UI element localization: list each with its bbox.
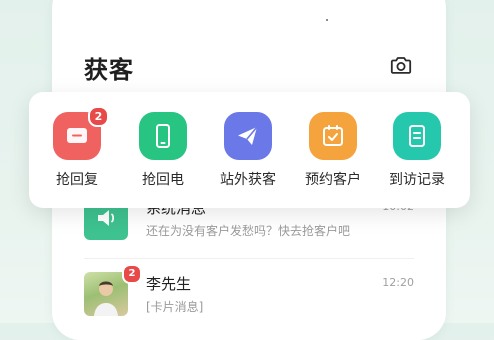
action-label: 到访记录 <box>389 172 445 188</box>
action-label: 抢回复 <box>56 172 98 188</box>
action-label: 预约客户 <box>305 172 361 188</box>
phone-icon <box>139 112 187 160</box>
message-time: 12:20 <box>382 276 414 289</box>
message-preview: [卡片消息] <box>146 300 204 314</box>
calendar-check-icon <box>309 112 357 160</box>
grab-call-button[interactable]: 抢回电 <box>123 112 203 189</box>
quick-actions-panel: 2 抢回复 抢回电 站外获客 预约客户 到访记录 <box>29 92 470 208</box>
unread-badge: 2 <box>122 264 142 284</box>
status-dot <box>326 19 328 21</box>
unread-badge: 2 <box>88 106 109 127</box>
message-icon: 2 <box>53 106 109 160</box>
message-preview: 还在为没有客户发愁吗？快去抢客户吧 <box>146 224 351 238</box>
user-avatar <box>84 272 128 316</box>
visit-records-button[interactable]: 到访记录 <box>377 112 457 189</box>
camera-icon[interactable] <box>389 53 413 77</box>
page-title: 获客 <box>84 56 134 84</box>
send-icon <box>224 112 272 160</box>
message-title: 李先生 <box>146 275 192 293</box>
document-icon <box>393 112 441 160</box>
grab-reply-button[interactable]: 2 抢回复 <box>37 106 117 189</box>
offsite-leads-button[interactable]: 站外获客 <box>208 112 288 189</box>
action-label: 抢回电 <box>142 172 184 188</box>
divider <box>84 258 414 259</box>
appointment-button[interactable]: 预约客户 <box>293 112 373 189</box>
action-label: 站外获客 <box>220 172 276 188</box>
